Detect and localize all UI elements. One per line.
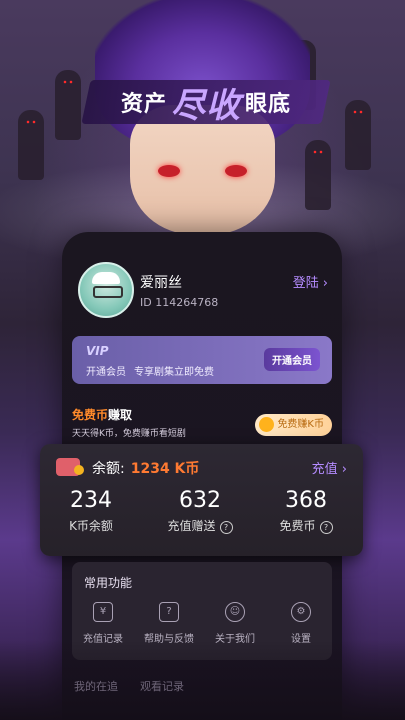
stat-label: K币余额 xyxy=(69,519,113,533)
login-link[interactable]: 登陆 › xyxy=(293,272,328,291)
stat-kcoin-balance: 234 K币余额 xyxy=(46,488,136,534)
zombie-figure xyxy=(18,110,44,180)
open-vip-button[interactable]: 开通会员 xyxy=(264,348,320,371)
stat-number: 632 xyxy=(179,488,221,513)
username: 爱丽丝 xyxy=(140,275,182,291)
earn-coins-label: 免费赚K币 xyxy=(277,419,324,430)
hat-icon xyxy=(92,272,120,284)
balance-value: 1234 K币 xyxy=(130,461,200,477)
gear-icon: ⚙ xyxy=(291,602,311,622)
headline-banner: 资产 尽收 眼底 xyxy=(86,80,326,126)
vip-desc-1: 开通会员 xyxy=(86,367,126,378)
headline-part2: 尽收 xyxy=(171,85,241,126)
free-coin-title-rest: 赚取 xyxy=(108,408,133,422)
coin-icon xyxy=(259,417,275,432)
free-coin-title: 免费币赚取 xyxy=(72,406,132,423)
help-icon[interactable]: ? xyxy=(219,521,233,534)
tab-following[interactable]: 我的在追 xyxy=(74,680,118,693)
settings-item[interactable]: ⚙ 设置 xyxy=(270,602,332,645)
tab-history[interactable]: 观看记录 xyxy=(140,680,184,693)
wallet-icon xyxy=(56,458,84,476)
balance-card: 余额: 1234 K币 充值 › 234 K币余额 632 充值赠送? 368 免… xyxy=(40,444,363,556)
login-label: 登陆 xyxy=(292,276,319,291)
zombie-figure xyxy=(305,140,331,210)
user-id: ID 114264768 xyxy=(140,296,219,309)
stat-number: 234 xyxy=(70,488,112,513)
stat-label: 免费币 xyxy=(279,519,316,533)
chevron-right-icon: › xyxy=(322,276,328,291)
red-eye xyxy=(225,165,247,177)
user-icon: ☺ xyxy=(225,602,245,622)
headline-part3: 眼底 xyxy=(245,92,292,117)
about-us-item[interactable]: ☺ 关于我们 xyxy=(204,602,266,645)
free-coin-highlight: 免费币 xyxy=(72,408,109,422)
stat-label-wrap: 充值赠送? xyxy=(155,517,245,534)
recharge-records-item[interactable]: ¥ 充值记录 xyxy=(72,602,134,645)
vip-logo: VIP xyxy=(86,344,109,358)
bottom-tabs: 我的在追 观看记录 xyxy=(74,678,206,694)
glasses-icon xyxy=(93,286,123,298)
recharge-label: 充值 xyxy=(311,462,338,477)
help-icon[interactable]: ? xyxy=(319,521,333,534)
earn-coins-button[interactable]: 免费赚K币 xyxy=(255,414,332,436)
recharge-link[interactable]: 充值 › xyxy=(312,458,347,477)
vip-desc-2: 专享剧集立即免费 xyxy=(134,367,214,378)
zombie-figure xyxy=(345,100,371,170)
avatar[interactable] xyxy=(78,262,134,318)
zombie-figure xyxy=(55,70,81,140)
common-functions-title: 常用功能 xyxy=(84,576,133,590)
stat-free-coins: 368 免费币? xyxy=(261,488,351,534)
balance-label-text: 余额: xyxy=(92,461,125,477)
help-feedback-item[interactable]: ? 帮助与反馈 xyxy=(138,602,200,645)
stat-label-wrap: 免费币? xyxy=(261,517,351,534)
receipt-icon: ¥ xyxy=(93,602,113,622)
stat-number: 368 xyxy=(285,488,327,513)
vip-banner[interactable]: VIP 开通会员 专享剧集立即免费 开通会员 xyxy=(72,336,332,384)
vip-description: 开通会员 专享剧集立即免费 xyxy=(86,363,214,378)
stat-recharge-bonus: 632 充值赠送? xyxy=(155,488,245,534)
stat-label: 充值赠送 xyxy=(167,519,216,533)
help-icon: ? xyxy=(159,602,179,622)
red-eye xyxy=(158,165,180,177)
balance-label: 余额: 1234 K币 xyxy=(92,458,199,478)
headline-part1: 资产 xyxy=(120,92,167,117)
chevron-right-icon: › xyxy=(341,462,347,477)
free-coin-description: 天天得K币，免费赚币看短剧 xyxy=(72,429,186,439)
